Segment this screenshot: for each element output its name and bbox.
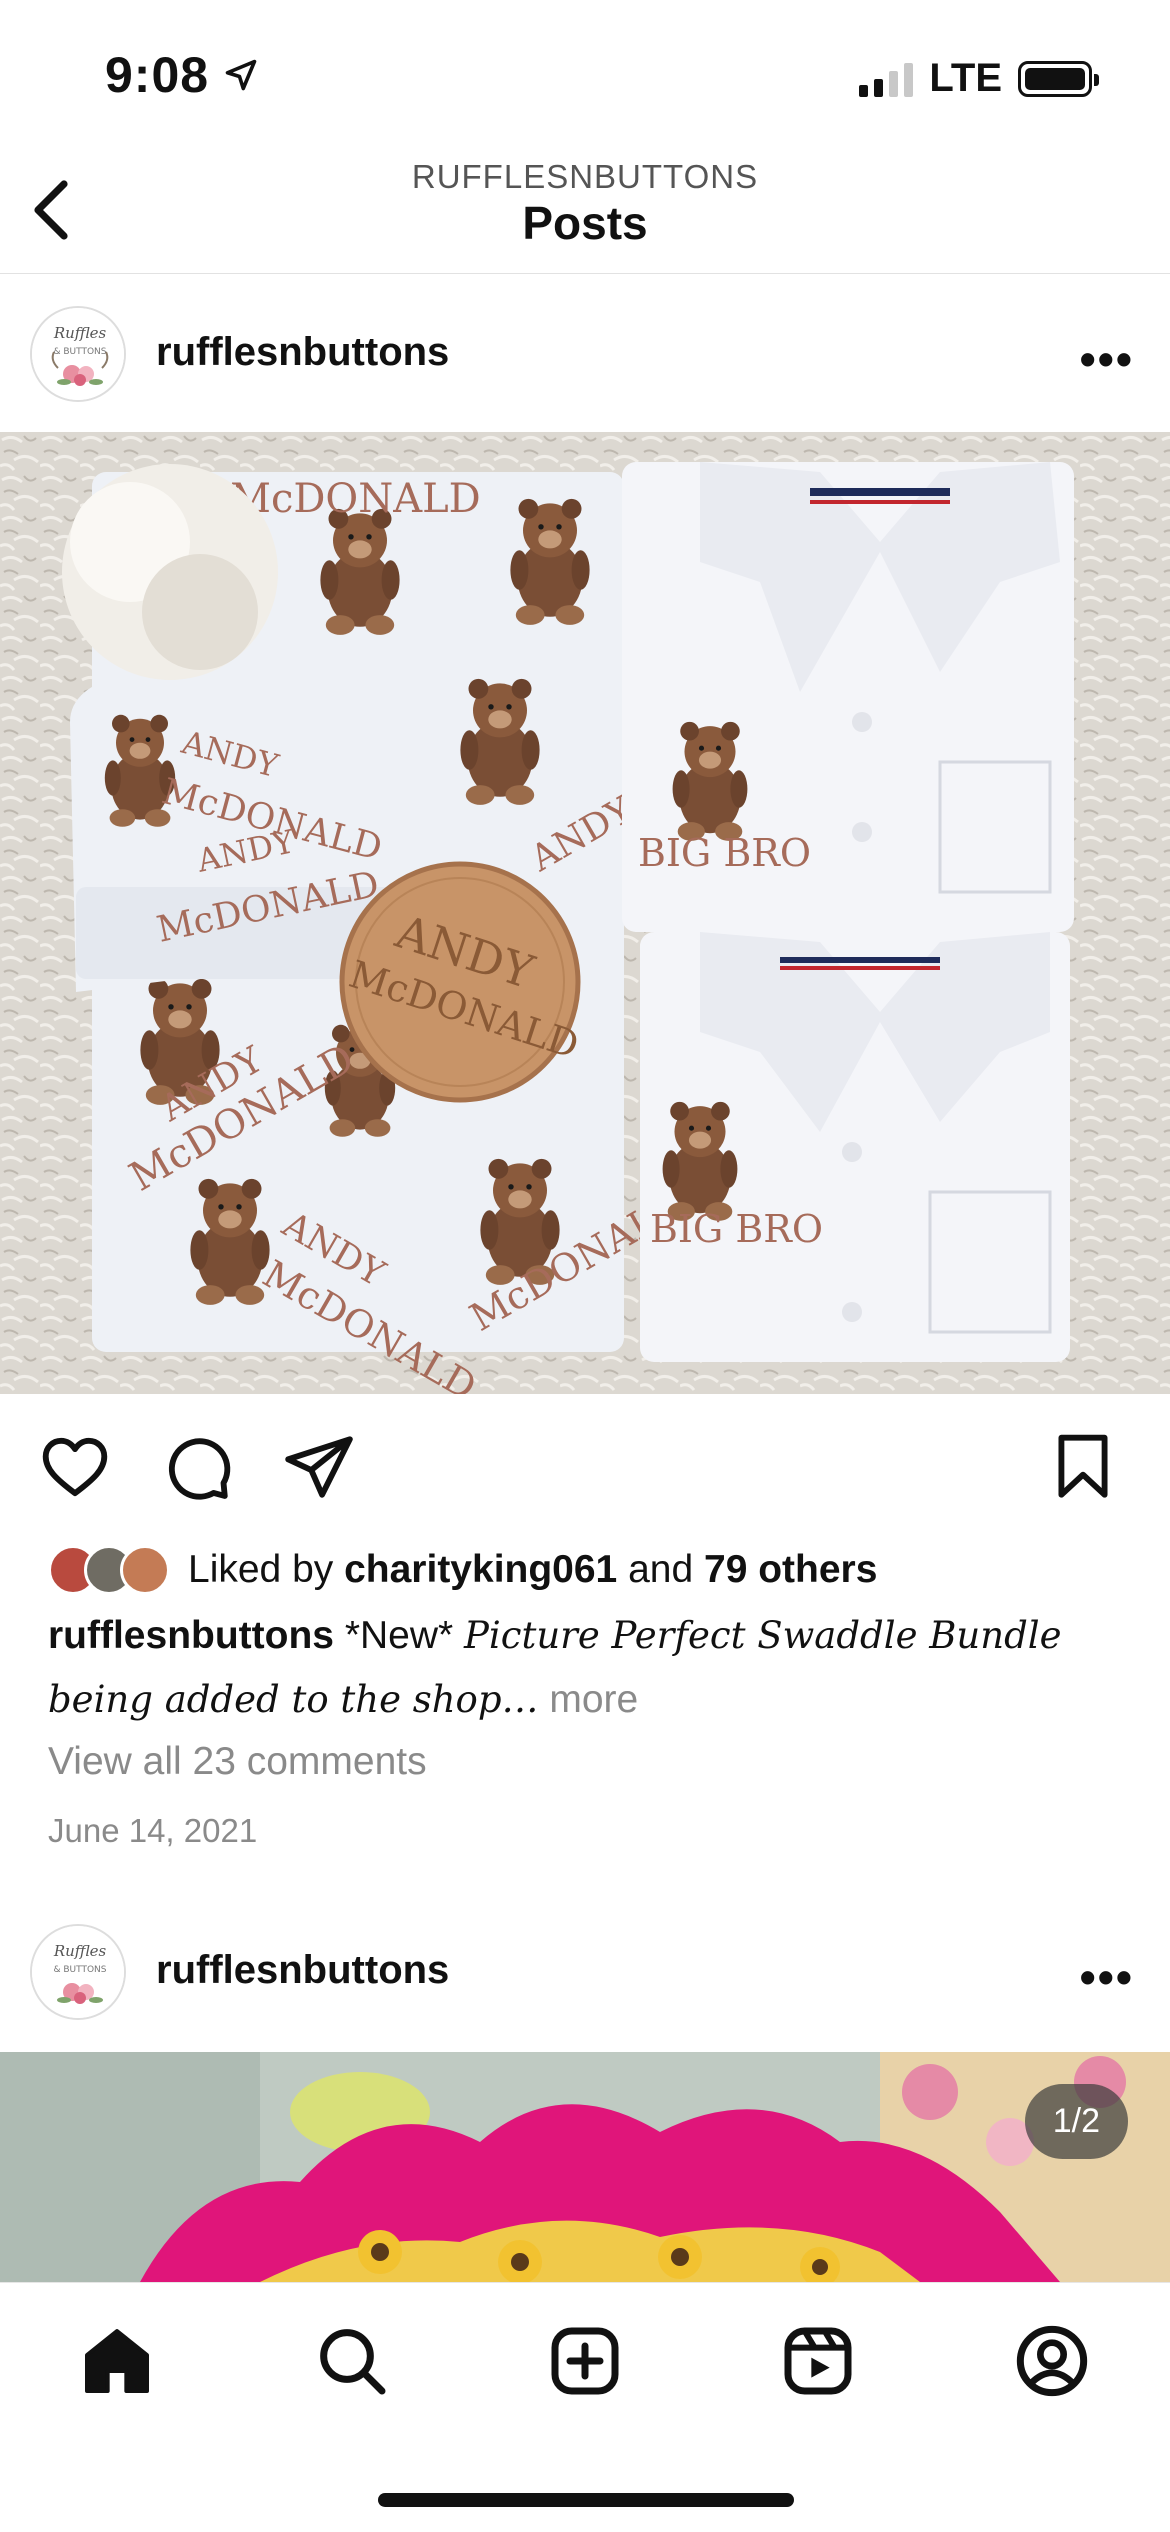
svg-text:& BUTTONS: & BUTTONS [53,1965,106,1975]
post-date: June 14, 2021 [48,1812,258,1849]
liked-by-user[interactable]: charityking061 [344,1548,617,1592]
likes-middle: and [628,1548,694,1591]
page-title: Posts [522,197,648,249]
post-image[interactable]: McDONALD McDONALD ANDY ANDY McDONALD McD… [0,432,1170,1394]
network-type: LTE [929,56,1002,100]
avatar[interactable]: Ruffles & BUTTONS [30,1924,126,2020]
share-button[interactable] [282,1430,356,1504]
avatar[interactable]: Ruffles & BUTTONS [30,306,126,402]
svg-text:BIG BRO: BIG BRO [638,831,811,875]
post-actions [0,1420,1170,1510]
post-username[interactable]: rufflesnbuttons [156,330,449,375]
signal-icon [859,61,914,97]
likes-prefix: Liked by [188,1548,334,1591]
liker-avatars [48,1545,170,1595]
avatar [120,1545,170,1595]
likes-others[interactable]: 79 others [704,1548,877,1592]
nav-home[interactable] [77,2321,157,2401]
like-button[interactable] [38,1430,112,1504]
heart-icon [42,1437,108,1497]
status-indicators: LTE [859,56,1099,101]
reels-icon [784,2327,852,2395]
more-options-icon[interactable]: ••• [1080,332,1134,386]
post-header: Ruffles & BUTTONS rufflesnbuttons ••• [0,274,1170,434]
search-icon [320,2329,386,2395]
more-options-icon[interactable]: ••• [1080,1950,1134,2004]
caption-tag: *New* [344,1614,454,1657]
home-indicator [378,2493,794,2507]
brand-logo-image: Ruffles & BUTTONS [32,308,124,400]
status-bar: 9:08 LTE [0,0,1170,150]
battery-icon [1018,60,1099,97]
svg-text:& BUTTONS: & BUTTONS [53,347,106,357]
nav-profile[interactable] [1012,2321,1092,2401]
post-caption: rufflesnbuttons *New* Picture Perfect Sw… [48,1604,1128,1732]
likes-summary[interactable]: Liked by charityking061 and 79 others [48,1540,877,1600]
post-header: Ruffles & BUTTONS rufflesnbuttons ••• [0,1892,1170,2052]
svg-text:Ruffles: Ruffles [53,324,107,342]
product-photo: McDONALD McDONALD ANDY ANDY McDONALD McD… [0,432,1170,1394]
post-username[interactable]: rufflesnbuttons [156,1948,449,1993]
brand-logo-image: Ruffles & BUTTONS [32,1926,124,2018]
view-comments-link[interactable]: View all 23 comments [48,1740,427,1784]
carousel-page-indicator: 1/2 [1024,2084,1128,2159]
nav-create[interactable] [545,2321,625,2401]
save-button[interactable] [1046,1430,1120,1504]
status-time: 9:08 [105,46,259,104]
home-icon [85,2329,149,2393]
nav-search[interactable] [312,2321,392,2401]
product-photo [0,2052,1170,2282]
location-arrow-icon [225,59,257,91]
send-icon [285,1436,353,1498]
bookmark-icon [1058,1434,1108,1498]
profile-icon [1016,2325,1088,2397]
comment-icon [168,1438,231,1500]
caption-username[interactable]: rufflesnbuttons [48,1614,334,1657]
svg-text:McDONALD: McDONALD [230,476,481,522]
profile-handle: RUFFLESNBUTTONS [411,158,759,195]
nav-reels[interactable] [778,2321,858,2401]
comment-button[interactable] [160,1430,234,1504]
svg-text:BIG BRO: BIG BRO [650,1207,823,1251]
svg-text:Ruffles: Ruffles [53,1942,107,1960]
post-image[interactable]: 1/2 [0,2052,1170,2282]
caption-more-link[interactable]: more [549,1678,638,1721]
header: RUFFLESNBUTTONS Posts [0,150,1170,274]
bottom-nav [0,2282,1170,2532]
clock: 9:08 [105,47,210,103]
add-post-icon [551,2327,619,2395]
